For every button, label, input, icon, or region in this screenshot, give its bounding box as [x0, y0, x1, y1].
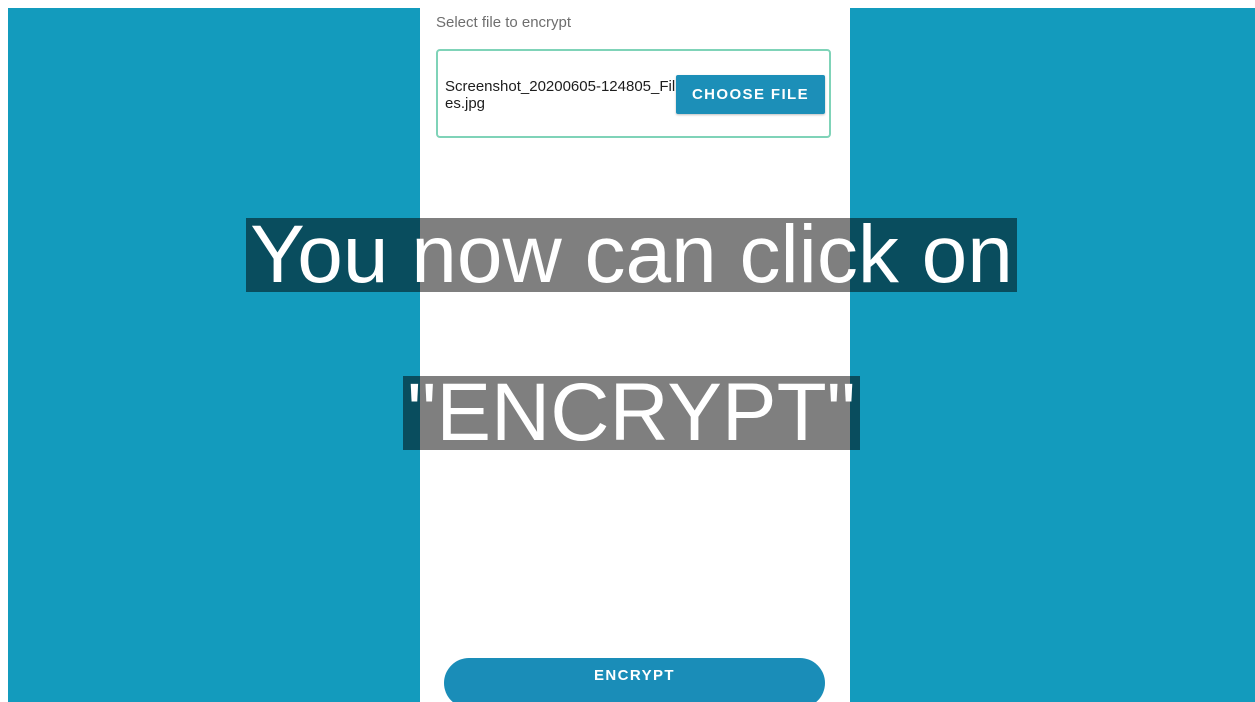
video-frame: Select file to encrypt Screenshot_202006… [8, 8, 1255, 702]
caption-text-2: "ENCRYPT" [403, 372, 860, 454]
app-screen: Select file to encrypt Screenshot_202006… [420, 8, 850, 702]
choose-file-button[interactable]: CHOOSE FILE [676, 75, 825, 114]
caption-line-1: You now can click on [8, 214, 1255, 296]
section-label: Select file to encrypt [436, 14, 572, 31]
caption-text-1: You now can click on [246, 214, 1017, 296]
selected-file-name: Screenshot_20200605-124805_Files.jpg [445, 78, 676, 112]
encrypt-button[interactable]: ENCRYPT [444, 658, 825, 702]
file-picker-box: Screenshot_20200605-124805_Files.jpg CHO… [436, 49, 831, 138]
caption-line-2: "ENCRYPT" [8, 372, 1255, 454]
